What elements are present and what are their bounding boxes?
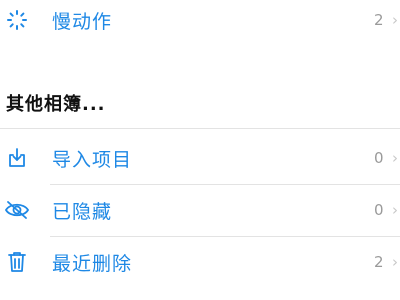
trash-icon: [4, 249, 30, 275]
album-count-recently-deleted: 2: [374, 253, 384, 271]
hidden-eye-icon: [4, 197, 30, 223]
album-label-recently-deleted: 最近删除: [52, 252, 133, 275]
album-count-slow-motion: 2: [374, 11, 384, 29]
slow-motion-icon: [4, 7, 30, 33]
section-title-other-albums: 其他相簿...: [6, 94, 106, 115]
album-label-hidden: 已隐藏: [52, 200, 113, 223]
chevron-right-icon: ›: [392, 201, 398, 219]
album-label-slow-motion: 慢动作: [52, 10, 113, 33]
chevron-right-icon: ›: [392, 253, 398, 271]
album-label-imports: 导入项目: [52, 148, 133, 171]
album-row-slow-motion[interactable]: 慢动作 2 ›: [0, 0, 400, 44]
album-row-hidden[interactable]: 已隐藏 0 ›: [0, 186, 400, 234]
album-count-imports: 0: [374, 149, 384, 167]
album-row-recently-deleted[interactable]: 最近删除 2 ›: [0, 238, 400, 286]
album-count-hidden: 0: [374, 201, 384, 219]
row-divider: [50, 236, 400, 237]
chevron-right-icon: ›: [392, 11, 398, 29]
section-divider: [0, 128, 400, 129]
row-divider: [50, 184, 400, 185]
chevron-right-icon: ›: [392, 149, 398, 167]
album-row-imports[interactable]: 导入项目 0 ›: [0, 134, 400, 182]
import-icon: [4, 145, 30, 171]
